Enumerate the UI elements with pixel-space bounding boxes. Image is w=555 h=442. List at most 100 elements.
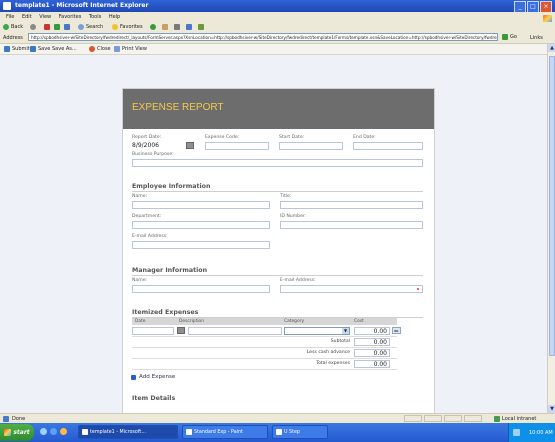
- close-form-button[interactable]: Close: [89, 46, 111, 52]
- manager-email-field[interactable]: [280, 285, 423, 293]
- edit-icon[interactable]: [186, 24, 192, 30]
- star-icon: [112, 24, 118, 30]
- manager-email-label: E-mail Address:: [280, 278, 316, 283]
- description-cell-field[interactable]: [188, 327, 282, 335]
- ie-quicklaunch-icon[interactable]: [50, 428, 57, 435]
- print-view-button[interactable]: Print View: [114, 46, 147, 52]
- report-date-value[interactable]: 8/9/2006: [132, 142, 159, 149]
- add-expense-label: Add Expense: [139, 374, 176, 380]
- department-label: Department:: [132, 214, 162, 219]
- save-as-label: Save As...: [52, 46, 77, 52]
- less-cash-row: Less cash advance 0.00: [132, 348, 397, 359]
- history-icon[interactable]: [150, 24, 156, 30]
- mail-icon[interactable]: [162, 24, 168, 30]
- section-divider: [132, 275, 423, 276]
- manager-name-label: Name:: [132, 278, 148, 283]
- address-bar: Address http://spbodhsiver-w/SiteDirecto…: [0, 32, 555, 44]
- id-number-label: ID Number:: [280, 214, 307, 219]
- department-field[interactable]: [132, 221, 270, 229]
- security-zone: Local intranet: [494, 416, 536, 422]
- menu-edit[interactable]: Edit: [22, 14, 32, 20]
- page-done-icon: [3, 416, 9, 422]
- media-quicklaunch-icon[interactable]: [60, 428, 67, 435]
- submit-icon: [4, 46, 10, 52]
- status-cell: [424, 415, 442, 422]
- stop-icon[interactable]: [44, 24, 50, 30]
- submit-button[interactable]: Submit: [4, 46, 30, 52]
- form-title: EXPENSE REPORT: [132, 102, 224, 113]
- go-button[interactable]: Go: [502, 33, 517, 41]
- calendar-icon[interactable]: [186, 142, 194, 149]
- employee-section-title: Employee Information: [132, 183, 211, 190]
- cost-cell-field[interactable]: 0.00: [354, 327, 390, 335]
- scroll-up-icon[interactable]: ▲: [548, 44, 555, 52]
- print-view-label: Print View: [122, 46, 147, 52]
- back-button[interactable]: Back: [3, 24, 23, 30]
- start-label: start: [13, 429, 30, 436]
- section-divider: [132, 191, 423, 192]
- total-value: 0.00: [354, 360, 390, 368]
- save-button[interactable]: Save: [30, 46, 50, 52]
- address-input[interactable]: http://spbodhsiver-w/SiteDirectory/fwdre…: [28, 33, 498, 41]
- start-date-label: Start Date:: [279, 135, 305, 140]
- favorites-label: Favorites: [120, 24, 143, 30]
- home-icon[interactable]: [64, 24, 70, 30]
- status-cell: [464, 415, 482, 422]
- task-button[interactable]: Standard Exp - Paint: [182, 425, 268, 439]
- end-date-label: End Date:: [353, 135, 376, 140]
- less-cash-field[interactable]: 0.00: [354, 349, 390, 357]
- expense-code-field[interactable]: [205, 142, 269, 150]
- id-number-field[interactable]: [280, 221, 423, 229]
- task-button[interactable]: template1 - Microsoft...: [78, 425, 178, 439]
- menu-file[interactable]: File: [6, 14, 14, 20]
- col-category: Category: [284, 319, 305, 324]
- system-tray: 10:00 AM: [508, 423, 555, 442]
- col-description: Description: [179, 319, 205, 324]
- forward-arrow-icon[interactable]: [30, 24, 36, 30]
- task-label: template1 - Microsoft...: [90, 429, 146, 435]
- business-purpose-label: Business Purpose:: [132, 152, 174, 157]
- scroll-down-icon[interactable]: ▼: [548, 405, 555, 413]
- category-select[interactable]: ▼: [284, 327, 350, 335]
- total-row: Total expenses 0.00: [132, 359, 397, 370]
- expense-report-form: EXPENSE REPORT Report Date: 8/9/2006 Exp…: [122, 88, 435, 413]
- menu-view[interactable]: View: [39, 14, 51, 20]
- add-expense-button[interactable]: Add Expense: [131, 374, 175, 380]
- page-content: EXPENSE REPORT Report Date: 8/9/2006 Exp…: [0, 55, 547, 413]
- business-purpose-field[interactable]: [132, 159, 423, 167]
- menu-tools[interactable]: Tools: [89, 14, 101, 20]
- start-button[interactable]: start: [0, 424, 34, 441]
- show-desktop-icon[interactable]: [40, 428, 47, 435]
- employee-email-field[interactable]: [132, 241, 270, 249]
- favorites-button[interactable]: Favorites: [112, 24, 143, 30]
- report-date-label: Report Date:: [132, 135, 162, 140]
- employee-name-field[interactable]: [132, 201, 270, 209]
- row-options-button[interactable]: ▸▸: [392, 327, 401, 334]
- required-indicator: [417, 288, 419, 290]
- menu-help[interactable]: Help: [109, 14, 120, 20]
- start-date-field[interactable]: [279, 142, 343, 150]
- print-icon[interactable]: [174, 24, 180, 30]
- search-button[interactable]: Search: [78, 24, 103, 30]
- employee-email-label: E-mail Address:: [132, 234, 168, 239]
- col-cost: Cost: [354, 319, 364, 324]
- window-title-bar[interactable]: template1 - Microsoft Internet Explorer …: [0, 0, 555, 13]
- calendar-icon[interactable]: [177, 327, 185, 334]
- refresh-icon[interactable]: [54, 24, 60, 30]
- scrollbar-thumb[interactable]: [549, 56, 555, 356]
- title-field[interactable]: [280, 201, 423, 209]
- date-cell-field[interactable]: [132, 327, 174, 335]
- end-date-field[interactable]: [353, 142, 423, 150]
- print-view-icon: [114, 46, 120, 52]
- itemized-section-title: Itemized Expenses: [132, 309, 199, 316]
- manager-name-field[interactable]: [132, 285, 270, 293]
- tray-icon[interactable]: [513, 429, 520, 436]
- task-button[interactable]: U Step: [272, 425, 328, 439]
- vertical-scrollbar[interactable]: ▲ ▼: [547, 44, 555, 413]
- save-as-button[interactable]: Save As...: [52, 46, 77, 52]
- title-label: Title:: [280, 194, 292, 199]
- links-button[interactable]: Links: [530, 35, 543, 41]
- subtotal-label: Subtotal: [330, 339, 350, 344]
- menu-favorites[interactable]: Favorites: [59, 14, 82, 20]
- discuss-icon[interactable]: [198, 24, 204, 30]
